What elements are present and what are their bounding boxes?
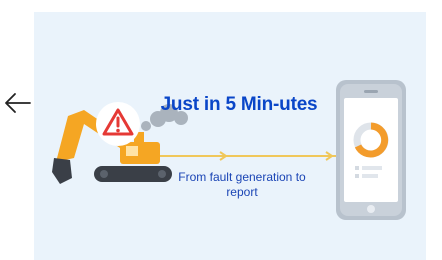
back-button[interactable] — [0, 88, 34, 118]
warning-triangle-icon — [96, 102, 140, 146]
stage: Just in 5 Min-utes From fault generation… — [0, 0, 442, 260]
subline: From fault generation to report — [178, 170, 306, 199]
smartphone-icon — [336, 80, 406, 220]
illustration-panel: Just in 5 Min-utes From fault generation… — [34, 12, 426, 260]
illustration — [52, 80, 406, 220]
left-arrow-icon — [5, 93, 31, 113]
headline: Just in 5 Min-utes — [160, 94, 318, 115]
flow-line — [152, 151, 336, 161]
